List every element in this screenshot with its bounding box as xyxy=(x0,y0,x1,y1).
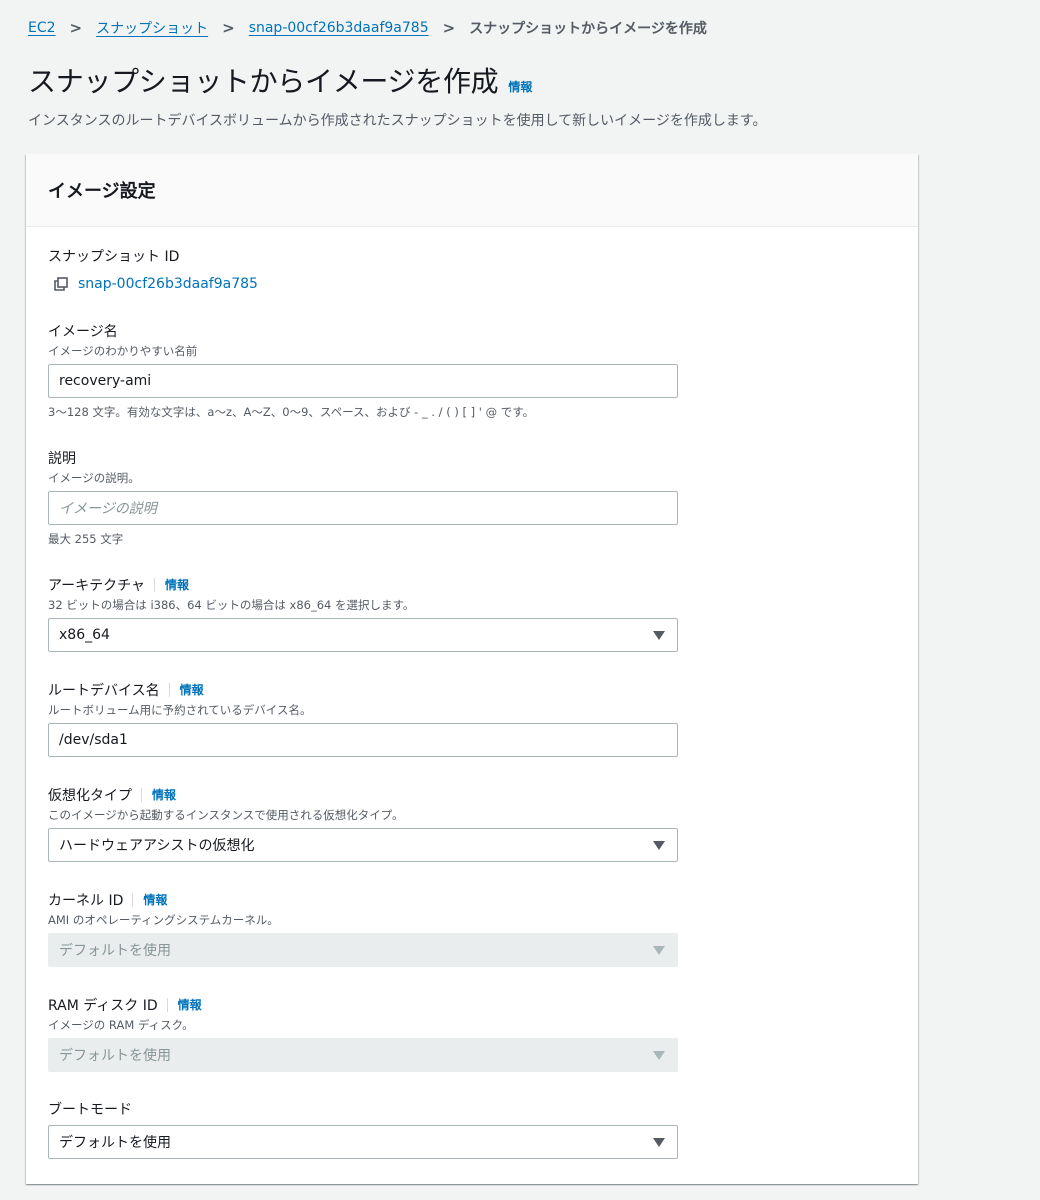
architecture-label: アーキテクチャ xyxy=(48,578,146,594)
kernel-select: デフォルトを使用 xyxy=(48,933,678,967)
boot-mode-label: ブートモード xyxy=(48,1102,132,1118)
ramdisk-label: RAM ディスク ID xyxy=(48,998,158,1014)
panel-title: イメージ設定 xyxy=(26,154,918,227)
kernel-field: カーネル ID 情報 AMI のオペレーティングシステムカーネル。 デフォルトを… xyxy=(48,890,678,967)
image-name-label: イメージ名 xyxy=(48,324,118,340)
kernel-info-link[interactable]: 情報 xyxy=(132,893,167,907)
architecture-select[interactable]: x86_64 xyxy=(48,618,678,652)
image-name-value: recovery-ami xyxy=(59,373,152,389)
caret-down-icon xyxy=(653,1138,665,1147)
virtualization-field: 仮想化タイプ 情報 このイメージから起動するインスタンスで使用される仮想化タイプ… xyxy=(48,785,678,862)
caret-down-icon xyxy=(653,631,665,640)
snapshot-id-link[interactable]: snap-00cf26b3daaf9a785 xyxy=(78,276,258,292)
snapshot-id-row: snap-00cf26b3daaf9a785 xyxy=(48,276,258,292)
breadcrumb-snapshot-id-link[interactable]: snap-00cf26b3daaf9a785 xyxy=(249,20,429,36)
architecture-field: アーキテクチャ 情報 32 ビットの場合は i386、64 ビットの場合は x8… xyxy=(48,575,678,652)
description-constraint: 最大 255 文字 xyxy=(48,532,124,546)
kernel-description: AMI のオペレーティングシステムカーネル。 xyxy=(48,913,279,927)
image-name-description: イメージのわかりやすい名前 xyxy=(48,344,198,358)
description-placeholder: イメージの説明 xyxy=(59,501,157,517)
breadcrumb-ec2-link[interactable]: EC2 xyxy=(28,20,56,36)
image-settings-panel: イメージ設定 スナップショット ID snap-00cf26b3daaf9a78… xyxy=(26,154,918,1184)
ramdisk-value: デフォルトを使用 xyxy=(59,1048,171,1064)
ramdisk-select: デフォルトを使用 xyxy=(48,1038,678,1072)
image-name-field: イメージ名 イメージのわかりやすい名前 recovery-ami 3〜128 文… xyxy=(48,321,678,420)
breadcrumb-current: スナップショットからイメージを作成 xyxy=(469,21,707,37)
virtualization-select[interactable]: ハードウェアアシストの仮想化 xyxy=(48,828,678,862)
breadcrumb: EC2 > スナップショット > snap-00cf26b3daaf9a785 … xyxy=(28,17,707,39)
virtualization-label: 仮想化タイプ xyxy=(48,788,132,804)
caret-down-icon xyxy=(653,946,665,955)
description-label: 説明 xyxy=(48,451,76,467)
root-device-field: ルートデバイス名 情報 ルートボリューム用に予約されているデバイス名。 /dev… xyxy=(48,680,678,757)
architecture-value: x86_64 xyxy=(59,627,110,643)
boot-mode-field: ブートモード デフォルトを使用 xyxy=(48,1099,678,1159)
description-input[interactable]: イメージの説明 xyxy=(48,491,678,525)
copy-icon[interactable] xyxy=(54,277,68,291)
virtualization-value: ハードウェアアシストの仮想化 xyxy=(59,838,255,854)
root-device-description: ルートボリューム用に予約されているデバイス名。 xyxy=(48,703,312,717)
root-device-info-link[interactable]: 情報 xyxy=(168,683,204,697)
image-name-constraint: 3〜128 文字。有効な文字は、a〜z、A〜Z、0〜9、スペース、および - _… xyxy=(48,405,535,419)
architecture-description: 32 ビットの場合は i386、64 ビットの場合は x86_64 を選択します… xyxy=(48,598,415,612)
ramdisk-description: イメージの RAM ディスク。 xyxy=(48,1018,194,1032)
root-device-value: /dev/sda1 xyxy=(59,732,128,748)
chevron-right-icon: > xyxy=(442,19,456,37)
virtualization-info-link[interactable]: 情報 xyxy=(141,788,176,802)
caret-down-icon xyxy=(653,841,665,850)
title-info-link[interactable]: 情報 xyxy=(508,78,532,95)
boot-mode-value: デフォルトを使用 xyxy=(59,1135,171,1151)
description-field: 説明 イメージの説明。 イメージの説明 最大 255 文字 xyxy=(48,448,678,547)
snapshot-id-label: スナップショット ID xyxy=(48,249,180,265)
page-description: インスタンスのルートデバイスボリュームから作成されたスナップショットを使用して新… xyxy=(28,113,767,129)
boot-mode-select[interactable]: デフォルトを使用 xyxy=(48,1125,678,1159)
image-name-input[interactable]: recovery-ami xyxy=(48,364,678,398)
root-device-input[interactable]: /dev/sda1 xyxy=(48,723,678,757)
ramdisk-field: RAM ディスク ID 情報 イメージの RAM ディスク。 デフォルトを使用 xyxy=(48,995,678,1072)
page-title-row: スナップショットからイメージを作成 情報 xyxy=(28,60,532,100)
ramdisk-info-link[interactable]: 情報 xyxy=(166,998,202,1012)
kernel-label: カーネル ID xyxy=(48,893,124,909)
description-description: イメージの説明。 xyxy=(48,471,140,485)
snapshot-id-field: スナップショット ID snap-00cf26b3daaf9a785 xyxy=(48,246,258,292)
chevron-right-icon: > xyxy=(222,19,235,37)
breadcrumb-snapshots-link[interactable]: スナップショット xyxy=(96,18,208,38)
virtualization-description: このイメージから起動するインスタンスで使用される仮想化タイプ。 xyxy=(48,808,404,822)
page-title: スナップショットからイメージを作成 xyxy=(28,65,499,98)
chevron-right-icon: > xyxy=(69,19,83,37)
root-device-label: ルートデバイス名 xyxy=(48,683,160,699)
caret-down-icon xyxy=(653,1051,665,1060)
kernel-value: デフォルトを使用 xyxy=(59,943,171,959)
architecture-info-link[interactable]: 情報 xyxy=(154,578,189,592)
